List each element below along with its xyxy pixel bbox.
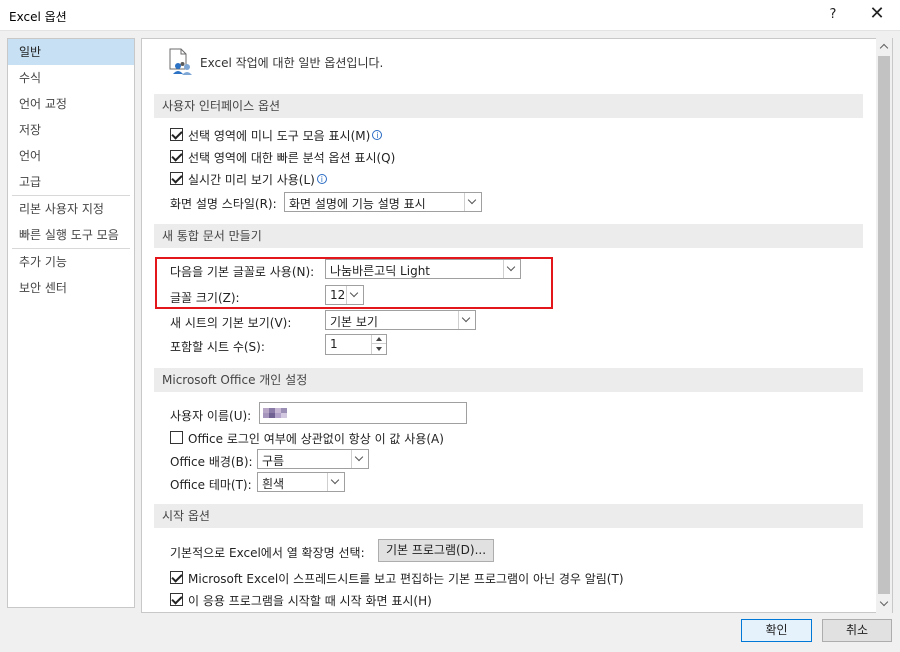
cancel-button[interactable]: 취소 bbox=[822, 619, 892, 642]
default-view-combo[interactable]: 기본 보기 bbox=[325, 310, 476, 330]
sidebar-item-quick-access-toolbar[interactable]: 빠른 실행 도구 모음 bbox=[8, 222, 134, 248]
info-icon: i bbox=[316, 174, 327, 184]
sidebar-item-label: 언어 교정 bbox=[19, 97, 67, 111]
sidebar-item-trust-center[interactable]: 보안 센터 bbox=[8, 275, 134, 301]
spin-down-icon[interactable] bbox=[372, 345, 386, 354]
section-office-personal: Microsoft Office 개인 설정 bbox=[154, 368, 863, 392]
spinner-buttons bbox=[371, 335, 386, 354]
options-panel: Excel 작업에 대한 일반 옵션입니다. 사용자 인터페이스 옵션 선택 영… bbox=[141, 38, 893, 613]
sidebar-item-label: 일반 bbox=[19, 45, 42, 59]
sidebar: 일반 수식 언어 교정 저장 언어 고급 리본 사용자 지정 빠른 실행 도구 … bbox=[7, 38, 135, 608]
username-label: 사용자 이름(U): bbox=[170, 409, 252, 423]
vertical-scrollbar[interactable] bbox=[876, 38, 892, 613]
sidebar-item-label: 리본 사용자 지정 bbox=[19, 202, 104, 216]
quick-analysis-label: 선택 영역에 대한 빠른 분석 옵션 표시(Q) bbox=[188, 151, 396, 165]
office-theme-label: Office 테마(T): bbox=[170, 478, 252, 492]
sidebar-item-label: 언어 bbox=[19, 149, 42, 163]
scroll-up-icon[interactable] bbox=[876, 38, 892, 55]
show-start-screen-checkbox[interactable] bbox=[170, 593, 183, 606]
font-size-combo[interactable]: 12 bbox=[325, 285, 364, 305]
spin-up-icon[interactable] bbox=[372, 335, 386, 344]
default-font-label: 다음을 기본 글꼴로 사용(N): bbox=[170, 265, 315, 279]
sidebar-item-label: 보안 센터 bbox=[19, 281, 67, 295]
sheet-count-value: 1 bbox=[330, 337, 338, 351]
office-background-value: 구름 bbox=[262, 454, 285, 468]
title-bar: Excel 옵션 ? ✕ bbox=[0, 0, 900, 31]
chevron-down-icon[interactable] bbox=[351, 450, 368, 468]
office-background-label: Office 배경(B): bbox=[170, 455, 253, 469]
office-background-combo[interactable]: 구름 bbox=[257, 449, 369, 469]
sidebar-item-label: 빠른 실행 도구 모음 bbox=[19, 228, 119, 242]
default-programs-button[interactable]: 기본 프로그램(D)... bbox=[378, 539, 494, 562]
scroll-down-icon[interactable] bbox=[876, 596, 892, 613]
office-theme-combo[interactable]: 흰색 bbox=[257, 472, 345, 492]
chevron-down-icon[interactable] bbox=[464, 193, 481, 211]
sidebar-item-advanced[interactable]: 고급 bbox=[8, 169, 134, 195]
username-input[interactable] bbox=[259, 402, 467, 424]
window-title: Excel 옵션 bbox=[9, 10, 67, 24]
sidebar-item-label: 고급 bbox=[19, 175, 42, 189]
general-options-icon bbox=[169, 48, 192, 75]
default-font-value: 나눔바른고딕 Light bbox=[330, 264, 431, 278]
chevron-down-icon[interactable] bbox=[346, 286, 363, 304]
sidebar-item-label: 저장 bbox=[19, 123, 42, 137]
sidebar-item-language[interactable]: 언어 bbox=[8, 143, 134, 169]
section-new-workbook: 새 통합 문서 만들기 bbox=[154, 224, 863, 248]
mini-toolbar-label: 선택 영역에 미니 도구 모음 표시(M) i bbox=[188, 127, 383, 144]
sidebar-item-formulas[interactable]: 수식 bbox=[8, 65, 134, 91]
default-extensions-label: 기본적으로 Excel에서 열 확장명 선택: bbox=[170, 546, 365, 560]
show-start-screen-label: 이 응용 프로그램을 시작할 때 시작 화면 표시(H) bbox=[188, 594, 432, 608]
mini-toolbar-checkbox[interactable] bbox=[170, 128, 183, 141]
sidebar-item-save[interactable]: 저장 bbox=[8, 117, 134, 143]
scroll-thumb[interactable] bbox=[878, 56, 890, 594]
sidebar-item-label: 추가 기능 bbox=[19, 255, 67, 269]
section-startup: 시작 옵션 bbox=[154, 504, 863, 528]
sidebar-item-label: 수식 bbox=[19, 71, 42, 85]
font-size-label: 글꼴 크기(Z): bbox=[170, 291, 240, 305]
help-button[interactable]: ? bbox=[820, 3, 846, 27]
sidebar-item-proofing[interactable]: 언어 교정 bbox=[8, 91, 134, 117]
default-font-combo[interactable]: 나눔바른고딕 Light bbox=[325, 259, 521, 279]
quick-analysis-checkbox[interactable] bbox=[170, 150, 183, 163]
chevron-down-icon[interactable] bbox=[503, 260, 520, 278]
close-button[interactable]: ✕ bbox=[862, 3, 892, 27]
chevron-down-icon[interactable] bbox=[458, 311, 475, 329]
live-preview-checkbox[interactable] bbox=[170, 172, 183, 185]
sheet-count-label: 포함할 시트 수(S): bbox=[170, 340, 265, 354]
not-default-warning-checkbox[interactable] bbox=[170, 571, 183, 584]
header-description: Excel 작업에 대한 일반 옵션입니다. bbox=[200, 56, 384, 70]
sidebar-item-customize-ribbon[interactable]: 리본 사용자 지정 bbox=[8, 196, 134, 222]
redacted-username bbox=[263, 408, 289, 418]
default-view-value: 기본 보기 bbox=[330, 315, 378, 329]
section-ui-options: 사용자 인터페이스 옵션 bbox=[154, 94, 863, 118]
not-default-warning-label: Microsoft Excel이 스프레드시트를 보고 편집하는 기본 프로그램… bbox=[188, 572, 624, 586]
font-size-value: 12 bbox=[330, 288, 346, 302]
sheet-count-spinner[interactable]: 1 bbox=[325, 334, 387, 355]
chevron-down-icon[interactable] bbox=[327, 473, 344, 491]
live-preview-label: 실시간 미리 보기 사용(L) i bbox=[188, 171, 327, 188]
sidebar-item-add-ins[interactable]: 추가 기능 bbox=[8, 249, 134, 275]
default-view-label: 새 시트의 기본 보기(V): bbox=[170, 316, 292, 330]
always-use-label: Office 로그인 여부에 상관없이 항상 이 값 사용(A) bbox=[188, 432, 444, 446]
screentip-style-label: 화면 설명 스타일(R): bbox=[170, 197, 277, 211]
office-theme-value: 흰색 bbox=[262, 477, 285, 491]
sidebar-item-general[interactable]: 일반 bbox=[8, 39, 134, 65]
always-use-checkbox[interactable] bbox=[170, 431, 183, 444]
ok-button[interactable]: 확인 bbox=[741, 619, 812, 642]
screentip-style-value: 화면 설명에 기능 설명 표시 bbox=[289, 197, 426, 211]
info-icon: i bbox=[372, 130, 383, 140]
screentip-style-combo[interactable]: 화면 설명에 기능 설명 표시 bbox=[284, 192, 482, 212]
